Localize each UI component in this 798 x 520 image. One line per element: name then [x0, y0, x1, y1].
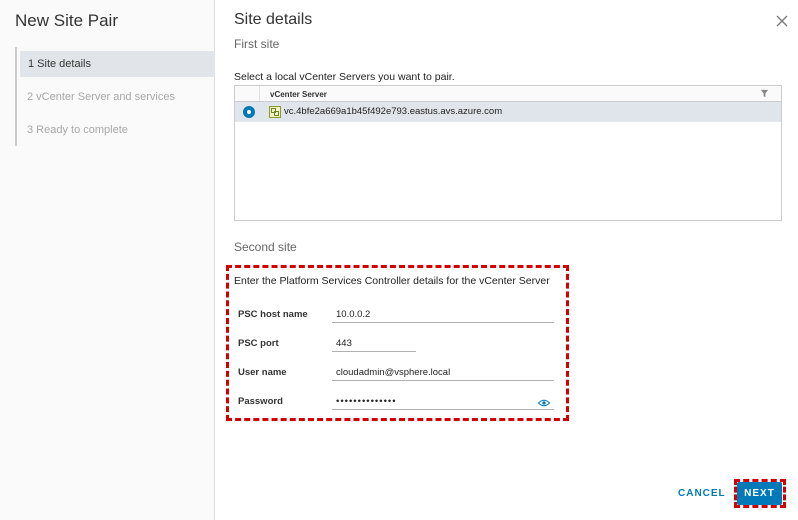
- first-site-title: First site: [234, 37, 280, 51]
- vcenter-icon: [269, 106, 281, 118]
- vcenter-server-name: vc.4bfe2a669a1b45f492e793.eastus.avs.azu…: [284, 106, 503, 117]
- column-header-vcenter-server[interactable]: vCenter Server: [270, 90, 327, 99]
- row-radio-button[interactable]: [243, 106, 255, 118]
- step-ready-to-complete: 3 Ready to complete: [27, 124, 128, 136]
- second-site-instruction: Enter the Platform Services Controller d…: [234, 275, 550, 287]
- vcenter-grid: vCenter Server vc.4bfe2a669a1b45f492e793…: [234, 85, 782, 221]
- select-column-header: [235, 86, 260, 101]
- user-name-label: User name: [238, 367, 287, 378]
- step-site-details[interactable]: 1 Site details: [20, 51, 215, 77]
- step-vcenter-server-and-services: 2 vCenter Server and services: [27, 91, 175, 103]
- wizard-title: New Site Pair: [15, 11, 118, 30]
- wizard-steps: 1 Site details 2 vCenter Server and serv…: [15, 47, 215, 146]
- wizard-content: Site details First site Select a local v…: [216, 0, 798, 520]
- password-input[interactable]: [332, 393, 554, 410]
- close-icon[interactable]: [776, 15, 788, 27]
- psc-host-name-label: PSC host name: [238, 309, 308, 320]
- next-button[interactable]: NEXT: [737, 482, 782, 505]
- second-site-title: Second site: [234, 240, 297, 254]
- user-name-input[interactable]: [332, 364, 554, 381]
- psc-port-input[interactable]: [332, 335, 416, 352]
- password-label: Password: [238, 396, 283, 407]
- psc-host-name-input[interactable]: [332, 306, 554, 323]
- page-title: Site details: [234, 11, 313, 28]
- eye-icon[interactable]: [538, 399, 550, 407]
- table-row[interactable]: vc.4bfe2a669a1b45f492e793.eastus.avs.azu…: [235, 102, 781, 122]
- grid-header: vCenter Server: [235, 86, 781, 102]
- wizard-sidebar: New Site Pair 1 Site details 2 vCenter S…: [0, 0, 215, 520]
- cancel-button[interactable]: CANCEL: [678, 488, 726, 499]
- psc-port-label: PSC port: [238, 338, 279, 349]
- filter-icon[interactable]: [760, 89, 769, 98]
- first-site-instruction: Select a local vCenter Servers you want …: [234, 71, 455, 83]
